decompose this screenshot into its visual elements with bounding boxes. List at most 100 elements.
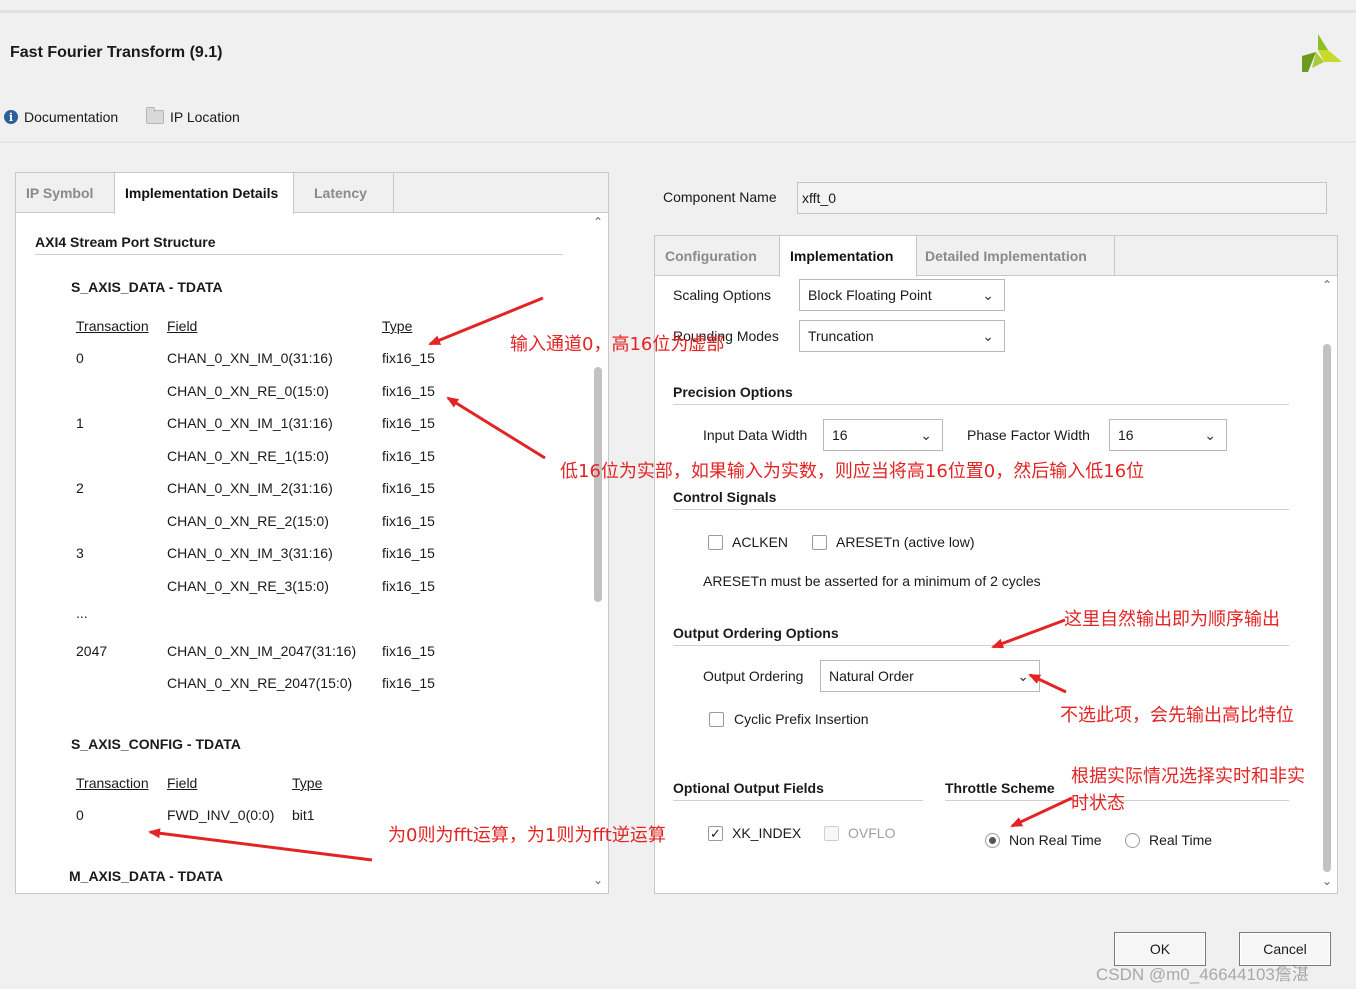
table-row: fix16_15 [382, 512, 435, 529]
cyclic-prefix-checkbox[interactable] [709, 712, 724, 727]
folder-icon [146, 107, 164, 124]
output-ordering-divider [673, 645, 1289, 646]
tab-configuration[interactable]: Configuration [655, 236, 781, 276]
ip-location-label: IP Location [170, 109, 240, 125]
table-row: CHAN_0_XN_IM_2(31:16) [167, 480, 333, 496]
scaling-options-select[interactable]: Block Floating Point ⌄ [799, 279, 1005, 311]
ip-location-link[interactable]: IP Location [146, 107, 240, 125]
aresetn-note: ARESETn must be asserted for a minimum o… [703, 573, 1041, 589]
tab-implementation-details[interactable]: Implementation Details [114, 173, 294, 214]
table-row: 3 [76, 545, 84, 561]
table-row: fix16_15 [382, 382, 435, 399]
control-signals-title: Control Signals [673, 489, 777, 505]
annotation-real-part: 低16位为实部，如果输入为实数，则应当将高16位置0，然后输入低16位 [560, 461, 1145, 482]
col-field: Field [167, 318, 198, 334]
table-row: fix16_15 [382, 675, 435, 691]
real-time-label: Real Time [1149, 832, 1213, 848]
table-row: fix16_15 [382, 642, 435, 659]
port-structure-heading: AXI4 Stream Port Structure [35, 234, 216, 250]
phase-factor-width-value: 16 [1118, 427, 1134, 443]
right-tab-bar: Configuration Implementation Detailed Im… [655, 236, 1337, 277]
table-row: fix16_15 [382, 577, 435, 594]
table-row: 2 [76, 480, 84, 496]
rounding-modes-value: Truncation [808, 328, 874, 344]
table-row: 2047 [76, 642, 108, 659]
output-ordering-value: Natural Order [829, 668, 914, 684]
table-row: fix16_15 [382, 480, 435, 496]
table-row: CHAN_0_XN_RE_1(15:0) [167, 447, 329, 464]
annotation-fwd-inv: 为0则为fft运算，为1则为fft逆运算 [388, 825, 666, 846]
window-title: Fast Fourier Transform (9.1) [10, 44, 223, 61]
table-row: fix16_15 [382, 545, 435, 561]
scroll-down-icon[interactable]: ⌄ [593, 873, 603, 887]
component-name-label: Component Name [663, 189, 777, 205]
table-row: CHAN_0_XN_IM_3(31:16) [167, 545, 333, 561]
scroll-thumb[interactable] [1323, 344, 1331, 872]
scroll-up-icon[interactable]: ⌃ [593, 215, 603, 229]
documentation-link[interactable]: i Documentation [4, 109, 118, 125]
tab-ip-symbol[interactable]: IP Symbol [16, 173, 116, 213]
table-row: bit1 [292, 807, 315, 823]
aclken-checkbox[interactable] [708, 535, 723, 550]
chevron-down-icon: ⌄ [920, 427, 932, 443]
toolbar-separator [0, 141, 1356, 143]
xk-index-checkbox[interactable]: ✓ [708, 826, 723, 841]
table-row: CHAN_0_XN_RE_0(15:0) [167, 382, 329, 399]
component-name-input[interactable]: xfft_0 [797, 182, 1327, 214]
ovflo-checkbox[interactable] [824, 826, 839, 841]
s-axis-data-title: S_AXIS_DATA - TDATA [71, 279, 223, 295]
scroll-thumb[interactable] [594, 367, 602, 602]
table-row: 1 [76, 415, 84, 431]
annotation-cyclic-prefix: 不选此项，会先输出高比特位 [1060, 705, 1294, 726]
table-row: CHAN_0_XN_IM_1(31:16) [167, 415, 333, 431]
scroll-up-icon[interactable]: ⌃ [1322, 278, 1332, 292]
s-axis-config-title: S_AXIS_CONFIG - TDATA [71, 736, 241, 752]
chevron-down-icon: ⌄ [1017, 668, 1029, 684]
chevron-down-icon: ⌄ [982, 328, 994, 344]
top-border [0, 10, 1356, 13]
table-row: CHAN_0_XN_RE_3(15:0) [167, 577, 329, 594]
m-axis-data-title: M_AXIS_DATA - TDATA [69, 868, 223, 884]
table-row: 0 [76, 807, 84, 823]
tab-implementation[interactable]: Implementation [779, 236, 917, 277]
config-col-transaction: Transaction [76, 775, 149, 791]
table-row: FWD_INV_0(0:0) [167, 807, 275, 823]
heading-divider [35, 254, 563, 255]
chevron-down-icon: ⌄ [982, 287, 994, 303]
scaling-options-value: Block Floating Point [808, 287, 932, 303]
table-row: CHAN_0_XN_RE_2047(15:0) [167, 675, 353, 691]
input-data-width-label: Input Data Width [703, 427, 808, 443]
table-row: fix16_15 [382, 447, 435, 464]
col-transaction: Transaction [76, 318, 149, 334]
col-type: Type [382, 318, 413, 334]
phase-factor-width-select[interactable]: 16 ⌄ [1109, 419, 1227, 451]
chevron-down-icon: ⌄ [1204, 427, 1216, 443]
rounding-modes-select[interactable]: Truncation ⌄ [799, 320, 1005, 352]
scroll-down-icon[interactable]: ⌄ [1322, 874, 1332, 888]
right-panel: Configuration Implementation Detailed Im… [654, 235, 1338, 894]
output-ordering-title: Output Ordering Options [673, 625, 839, 641]
precision-divider [673, 404, 1289, 405]
input-data-width-value: 16 [832, 427, 848, 443]
input-data-width-select[interactable]: 16 ⌄ [823, 419, 943, 451]
tab-latency[interactable]: Latency [304, 173, 394, 213]
optional-divider [673, 800, 923, 801]
aresetn-checkbox[interactable] [812, 535, 827, 550]
ovflo-label: OVFLO [848, 825, 896, 841]
left-scrollbar[interactable]: ⌃ ⌄ [591, 215, 605, 893]
aresetn-label: ARESETn (active low) [836, 534, 975, 550]
annotation-imag-part: 输入通道0，高16位为虚部 [510, 334, 725, 355]
throttle-scheme-title: Throttle Scheme [945, 780, 1055, 796]
output-ordering-select[interactable]: Natural Order ⌄ [820, 660, 1040, 692]
non-real-time-radio[interactable] [985, 833, 1000, 848]
vivado-logo-icon [1302, 34, 1342, 72]
non-real-time-label: Non Real Time [1009, 832, 1102, 848]
real-time-radio[interactable] [1125, 833, 1140, 848]
aclken-label: ACLKEN [732, 534, 789, 550]
right-scrollbar[interactable]: ⌃ ⌄ [1320, 278, 1334, 893]
left-panel: IP Symbol Implementation Details Latency… [15, 172, 609, 894]
watermark: CSDN @m0_46644103詹湛 [1096, 965, 1309, 984]
table-row: CHAN_0_XN_IM_0(31:16) [167, 350, 333, 366]
table-row: fix16_15 [382, 415, 435, 431]
tab-detailed-implementation[interactable]: Detailed Implementation [915, 236, 1115, 276]
